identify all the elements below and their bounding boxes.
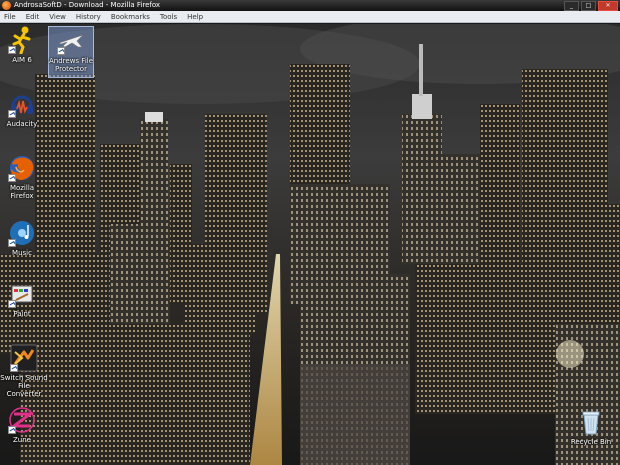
desktop-icon-label: Switch Sound File Converter [0,374,48,398]
city-skyline-image [0,24,620,465]
window-controls: _ □ ✕ [564,1,618,11]
desktop-icon-label: Recycle Bin [570,438,612,446]
desktop-icon-label: Mozilla Firefox [9,184,35,200]
menu-history[interactable]: History [76,11,101,22]
zune-icon [8,406,36,434]
desktop-icon-aim[interactable]: AIM 6 [0,26,44,64]
menu-view[interactable]: View [49,11,66,22]
desktop-icon-audacity[interactable]: Audacity [0,90,44,128]
desktop-icon-label: Zune [13,436,31,444]
airplane-icon [57,27,85,55]
aim-running-man-icon [8,26,36,55]
menu-tools[interactable]: Tools [160,11,177,22]
menu-help[interactable]: Help [187,11,203,22]
window-title: AndrosaSoftD - Download - Mozilla Firefo… [14,1,161,9]
desktop-icon-music[interactable]: Music [0,219,44,257]
close-button[interactable]: ✕ [598,1,618,11]
firefox-icon [2,1,11,10]
desktop-icon-label: Audacity [6,120,38,128]
minimize-button[interactable]: _ [564,1,579,11]
menu-file[interactable]: File [4,11,16,22]
menu-edit[interactable]: Edit [26,11,40,22]
headphones-waveform-icon [8,90,36,118]
desktop-icon-label: Andrews File Protector [49,57,94,73]
firefox-icon [8,154,36,182]
desktop-icon-paint[interactable]: Paint [0,280,44,318]
desktop-icon-mozilla-firefox[interactable]: Mozilla Firefox [0,154,44,200]
window-titlebar: AndrosaSoftD - Download - Mozilla Firefo… [0,0,620,11]
music-icon [8,219,36,247]
desktop-icon-switch-sound-file-converter[interactable]: Switch Sound File Converter [0,344,48,398]
desktop-icon-recycle-bin[interactable]: Recycle Bin [566,408,616,446]
switch-converter-icon [10,344,38,372]
desktop-icon-label: Music [12,249,32,257]
recycle-bin-icon [577,408,605,436]
maximize-button[interactable]: □ [581,1,596,11]
menu-bar: File Edit View History Bookmarks Tools H… [0,11,620,23]
desktop-icon-andrews-file-protector[interactable]: Andrews File Protector [48,26,94,78]
desktop-wallpaper [0,24,620,465]
desktop-icon-zune[interactable]: Zune [0,406,44,444]
desktop-icon-label: AIM 6 [12,56,32,64]
menu-bookmarks[interactable]: Bookmarks [111,11,150,22]
paint-icon [8,280,36,308]
desktop-icon-label: Paint [13,310,31,318]
